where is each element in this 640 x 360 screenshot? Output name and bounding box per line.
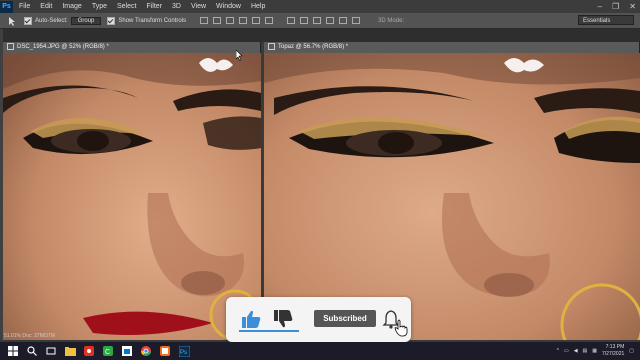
recorder-icon[interactable]: [83, 345, 95, 357]
app-icon-orange[interactable]: [159, 345, 171, 357]
tab-left-document[interactable]: DSC_1954.JPG @ 52% (RGB/8) *: [3, 42, 261, 53]
menu-image[interactable]: Image: [62, 3, 81, 10]
left-canvas[interactable]: [3, 53, 261, 340]
menu-filter[interactable]: Filter: [146, 3, 162, 10]
menu-select[interactable]: Select: [117, 3, 136, 10]
mouse-cursor-icon: [235, 48, 244, 66]
auto-select-label: Auto-Select:: [35, 17, 68, 24]
auto-select-checkbox[interactable]: [24, 16, 32, 25]
menu-file[interactable]: File: [19, 3, 30, 10]
photoshop-taskbar-icon[interactable]: Ps: [178, 345, 190, 357]
align-left-icon[interactable]: [239, 17, 248, 24]
left-photo: [3, 53, 261, 340]
language-icon[interactable]: ▦: [592, 348, 597, 354]
transform-option[interactable]: Show Transform Controls: [107, 16, 187, 25]
chevron-up-icon[interactable]: ^: [557, 348, 559, 354]
move-tool-icon[interactable]: [6, 16, 18, 26]
menu-window[interactable]: Window: [216, 3, 241, 10]
options-bar: Auto-Select: Group Show Transform Contro…: [0, 13, 640, 29]
tab-strip: [0, 29, 640, 42]
align-right-icon[interactable]: [265, 17, 274, 24]
3d-mode-label: 3D Mode:: [378, 17, 405, 24]
menu-type[interactable]: Type: [92, 3, 107, 10]
distribute-middle-icon[interactable]: [300, 17, 309, 24]
camtasia-icon[interactable]: C: [102, 345, 114, 357]
auto-select-option[interactable]: Auto-Select: Group: [24, 16, 102, 25]
menu-edit[interactable]: Edit: [40, 3, 52, 10]
restore-button[interactable]: ❐: [612, 0, 619, 13]
status-text: 51.01% Doc: 37M/37M: [4, 333, 55, 339]
align-bottom-icon[interactable]: [226, 17, 235, 24]
store-icon[interactable]: [121, 345, 133, 357]
menu-bar: Ps File Edit Image Type Select Filter 3D…: [0, 0, 640, 13]
subscribe-popup: Subscribed: [226, 297, 411, 342]
align-top-icon[interactable]: [200, 17, 209, 24]
clock[interactable]: 7:13 PM 7/27/2021: [602, 344, 624, 358]
distribute-right-icon[interactable]: [352, 17, 361, 24]
like-underline: [239, 330, 299, 332]
chrome-icon[interactable]: [140, 345, 152, 357]
align-center-icon[interactable]: [252, 17, 261, 24]
tab-left-title: DSC_1954.JPG @ 52% (RGB/8) *: [17, 44, 109, 50]
tab-right-document[interactable]: Topaz @ 56.7% (RGB/8) *: [264, 42, 640, 53]
system-tray: ^ ▭ ◀ ▤ ▦ 7:13 PM 7/27/2021 ▢: [557, 342, 634, 360]
auto-select-dropdown[interactable]: Group: [70, 16, 102, 25]
distribute-top-icon[interactable]: [287, 17, 296, 24]
windows-start-icon[interactable]: [7, 345, 19, 357]
document-icon: [7, 42, 14, 50]
svg-text:Ps: Ps: [180, 350, 187, 356]
clock-date: 7/27/2021: [602, 351, 625, 357]
windows-taskbar: C Ps ^ ▭ ◀ ▤ ▦ 7:13 PM 7/27/2021 ▢: [0, 342, 640, 360]
menu-3d[interactable]: 3D: [172, 3, 181, 10]
workspace-dropdown[interactable]: Essentials: [578, 15, 634, 25]
keyboard-icon[interactable]: ▤: [583, 348, 588, 354]
close-button[interactable]: ✕: [629, 0, 636, 13]
photoshop-logo: Ps: [0, 0, 13, 13]
network-icon[interactable]: ▭: [564, 348, 569, 354]
hand-cursor-icon: [394, 319, 408, 342]
file-explorer-icon[interactable]: [64, 345, 76, 357]
svg-text:C: C: [105, 349, 110, 356]
align-icons: [200, 17, 274, 24]
volume-icon[interactable]: ◀: [574, 348, 578, 354]
minimize-button[interactable]: –: [598, 0, 602, 13]
transform-label: Show Transform Controls: [118, 17, 187, 24]
document-icon: [268, 42, 275, 50]
menu-view[interactable]: View: [191, 3, 206, 10]
task-view-icon[interactable]: [45, 345, 57, 357]
menu-help[interactable]: Help: [251, 3, 265, 10]
distribute-center-icon[interactable]: [339, 17, 348, 24]
subscribed-button[interactable]: Subscribed: [314, 310, 376, 327]
search-icon[interactable]: [26, 345, 38, 357]
window-controls: – ❐ ✕: [598, 0, 636, 13]
distribute-left-icon[interactable]: [326, 17, 335, 24]
clock-time: 7:13 PM: [605, 344, 625, 350]
align-middle-icon[interactable]: [213, 17, 222, 24]
notifications-icon[interactable]: ▢: [629, 348, 634, 354]
tab-right-title: Topaz @ 56.7% (RGB/8) *: [278, 44, 349, 50]
distribute-icons: [287, 17, 361, 24]
transform-checkbox[interactable]: [107, 16, 116, 25]
distribute-bottom-icon[interactable]: [313, 17, 322, 24]
